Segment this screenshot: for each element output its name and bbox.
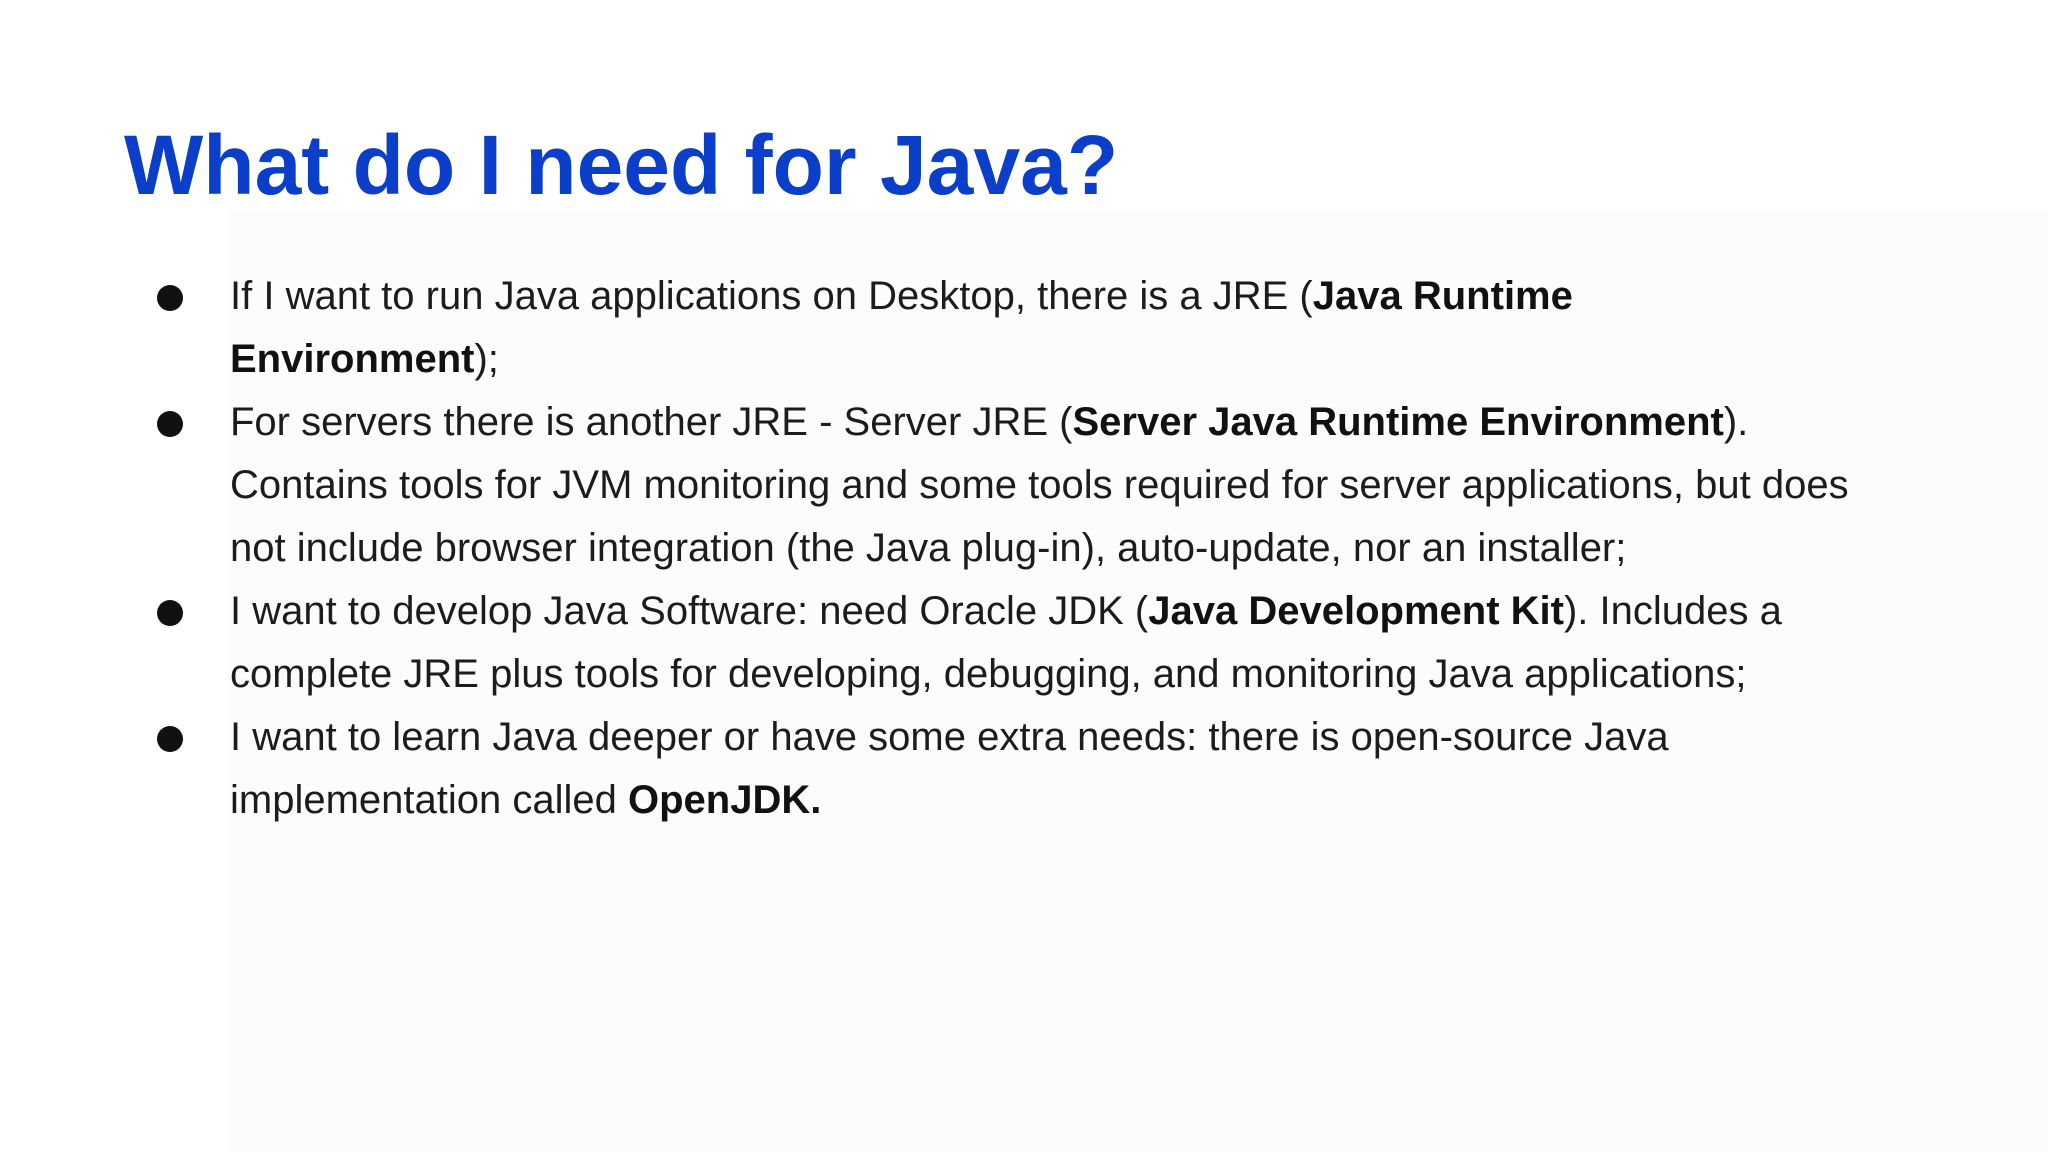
- bullet-dot-icon: [157, 285, 183, 311]
- bullet-text-bold: OpenJDK.: [628, 778, 822, 822]
- bullet-item-openjdk: I want to learn Java deeper or have some…: [0, 706, 1850, 832]
- bullet-text: If I want to run Java applications on De…: [230, 274, 1573, 381]
- bullet-text: I want to develop Java Software: need Or…: [230, 589, 1782, 696]
- bullet-dot-icon: [157, 600, 183, 626]
- bullet-item-server-jre: For servers there is another JRE - Serve…: [0, 391, 1850, 580]
- bullet-dot-icon: [157, 411, 183, 437]
- bullet-item-jdk: I want to develop Java Software: need Or…: [0, 580, 1850, 706]
- bullet-text-before: I want to learn Java deeper or have some…: [230, 715, 1669, 822]
- slide: What do I need for Java? If I want to ru…: [0, 0, 2048, 1152]
- bullet-text-before: For servers there is another JRE - Serve…: [230, 400, 1073, 444]
- bullet-dot-icon: [157, 726, 183, 752]
- bullet-list: If I want to run Java applications on De…: [0, 265, 2048, 832]
- bullet-text-bold: Server Java Runtime Environment: [1072, 400, 1724, 444]
- bullet-item-jre: If I want to run Java applications on De…: [0, 265, 1850, 391]
- bullet-text-bold: Java Development Kit: [1148, 589, 1564, 633]
- bullet-text: I want to learn Java deeper or have some…: [230, 715, 1669, 822]
- bullet-text-before: If I want to run Java applications on De…: [230, 274, 1313, 318]
- slide-title: What do I need for Java?: [124, 118, 1119, 212]
- bullet-text: For servers there is another JRE - Serve…: [230, 400, 1849, 570]
- bullet-text-after: );: [474, 337, 499, 381]
- bullet-text-before: I want to develop Java Software: need Or…: [230, 589, 1149, 633]
